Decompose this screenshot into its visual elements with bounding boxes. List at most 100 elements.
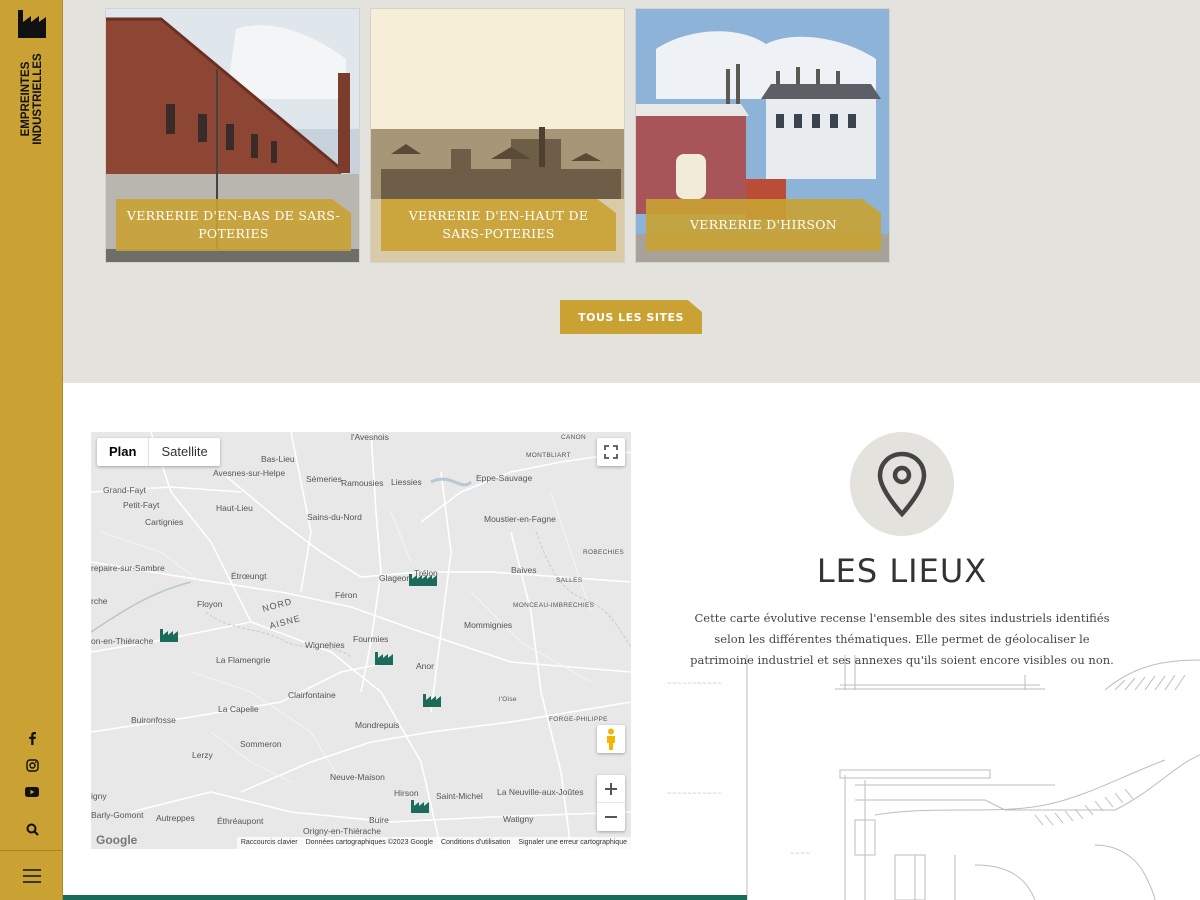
instagram-icon[interactable] — [22, 755, 42, 775]
brand-logo-text[interactable]: EMPREINTES INDUSTRIELLES — [18, 44, 46, 154]
sidebar: EMPREINTES INDUSTRIELLES — [0, 0, 63, 900]
site-card-label: VERRERIE D'HIRSON — [646, 199, 881, 251]
facebook-icon[interactable] — [22, 728, 42, 748]
fullscreen-button[interactable] — [597, 438, 625, 466]
map-place-label: Sémeries — [306, 474, 342, 484]
map-attribution: Raccourcis clavier Données cartographiqu… — [236, 837, 631, 849]
map-place-label: MONTBLIART — [526, 452, 571, 459]
hamburger-icon — [22, 868, 41, 883]
map-place-label: Liessies — [391, 477, 422, 487]
location-pin-icon — [877, 451, 927, 517]
site-card[interactable]: VERRERIE D'EN-BAS DE SARS-POTERIES — [105, 8, 360, 263]
all-sites-button[interactable]: TOUS LES SITES — [560, 300, 702, 334]
site-card[interactable]: VERRERIE D'EN-HAUT DE SARS-POTERIES — [370, 8, 625, 263]
map-place-label: Saint-Michel — [436, 791, 483, 801]
map-place-label: Moustier-en-Fagne — [484, 514, 556, 524]
location-badge — [850, 432, 954, 536]
minus-icon — [605, 816, 617, 818]
map-place-label: Haut-Lieu — [216, 503, 253, 513]
youtube-icon[interactable] — [22, 782, 42, 802]
map-place-label: l'Oise — [499, 696, 517, 703]
map-place-label: Ramousies — [341, 478, 384, 488]
map-place-label: Hirson — [394, 788, 419, 798]
map-place-label: igny — [91, 791, 107, 801]
map-place-label: Watigny — [503, 814, 534, 824]
map-place-label: Wignehies — [305, 640, 345, 650]
factory-marker-icon[interactable] — [160, 628, 178, 642]
map-place-label: Floyon — [197, 599, 223, 609]
factory-marker-icon[interactable] — [375, 651, 393, 665]
svg-text:~~~~: ~~~~ — [790, 850, 810, 857]
map-place-label: repaire-sur-Sambre — [91, 563, 165, 573]
map-place-label: Glageon — [379, 573, 412, 583]
map-place-label: Éthréaupont — [217, 816, 264, 826]
site-card-label: VERRERIE D'EN-BAS DE SARS-POTERIES — [116, 199, 351, 251]
map-data-text: Données cartographiques ©2023 Google — [305, 839, 433, 846]
map-place-label: La Neuville-aux-Joûtes — [497, 787, 584, 797]
map-place-label: Étrœungt — [231, 571, 267, 581]
map-place-label: Fourmies — [353, 634, 389, 644]
map-place-label: Lerzy — [192, 750, 213, 760]
zoom-in-button[interactable] — [597, 775, 625, 803]
street-view-button[interactable] — [597, 725, 625, 753]
svg-text:~~~~~~~~~~~: ~~~~~~~~~~~ — [667, 680, 722, 687]
map-place-label: Sains-du-Nord — [307, 512, 362, 522]
factory-marker-icon[interactable] — [423, 693, 441, 707]
map-place-label: ROBECHIES — [583, 549, 624, 556]
factory-logo-icon[interactable] — [16, 8, 48, 42]
map-place-label: l'Avesnois — [351, 432, 389, 442]
map-place-label: Eppe-Sauvage — [476, 473, 533, 483]
featured-sites-section: VERRERIE D'EN-BAS DE SARS-POTERIES VERRE… — [63, 0, 1200, 383]
map-place-label: Barly-Gomont — [91, 810, 144, 820]
site-card[interactable]: VERRERIE D'HIRSON — [635, 8, 890, 263]
svg-text:~~~~~~~~~~~: ~~~~~~~~~~~ — [667, 790, 722, 797]
search-icon[interactable] — [22, 819, 42, 839]
map-place-label: Clairfontaine — [288, 690, 336, 700]
map-place-label: Origny-en-Thiérache — [303, 826, 381, 836]
fullscreen-icon — [604, 445, 618, 459]
map-place-label: rche — [91, 596, 108, 606]
google-logo: Google — [96, 833, 138, 847]
factory-marker-icon[interactable] — [409, 572, 441, 586]
plus-icon — [605, 782, 617, 795]
map-place-label: FORGE-PHILIPPE — [549, 716, 608, 723]
section-divider — [63, 895, 747, 900]
zoom-out-button[interactable] — [597, 803, 625, 831]
map-place-label: Féron — [335, 590, 358, 600]
map-place-label: Mommignies — [464, 620, 513, 630]
map-place-label: Petit-Fayt — [123, 500, 160, 510]
map-place-label: Neuve-Maison — [330, 772, 385, 782]
map-type-tabs: Plan Satellite — [97, 438, 220, 466]
map-place-label: MONCEAU-IMBRECHIES — [513, 602, 595, 609]
map-place-label: CANON — [561, 434, 586, 441]
map-place-label: Baives — [511, 565, 537, 575]
section-description: Cette carte évolutive recense l'ensemble… — [690, 611, 1114, 667]
map-place-label: Bas-Lieu — [261, 454, 295, 464]
map-tab-satellite[interactable]: Satellite — [149, 438, 219, 466]
map-place-label: Sommeron — [240, 739, 282, 749]
terms-link[interactable]: Conditions d'utilisation — [441, 837, 510, 849]
pegman-icon — [607, 728, 615, 750]
keyboard-shortcuts-link[interactable]: Raccourcis clavier — [241, 837, 298, 849]
map-place-label: La Flamengrie — [216, 655, 271, 665]
section-title: LES LIEUX — [816, 552, 988, 590]
map-place-label: Buire — [369, 815, 389, 825]
map-place-label: SALLES — [556, 577, 583, 584]
menu-button[interactable] — [0, 850, 63, 900]
map-place-label: Buironfosse — [131, 715, 176, 725]
brand-name: EMPREINTES INDUSTRIELLES — [20, 53, 44, 145]
map-place-label: La Capelle — [218, 704, 259, 714]
report-error-link[interactable]: Signaler une erreur cartographique — [518, 837, 627, 849]
site-card-label: VERRERIE D'EN-HAUT DE SARS-POTERIES — [381, 199, 616, 251]
map-place-label: on-en-Thiérache — [91, 636, 154, 646]
factory-marker-icon[interactable] — [411, 799, 429, 813]
map-place-label: Mondrepuis — [355, 720, 400, 730]
map-place-label: Avesnes-sur-Helpe — [213, 468, 286, 478]
sites-map[interactable]: l'Avesnois CANON MONTBLIART Bas-Lieu Ave… — [91, 432, 631, 849]
map-place-label: Autreppes — [156, 813, 195, 823]
map-tab-plan[interactable]: Plan — [97, 438, 150, 466]
map-place-label: Anor — [416, 661, 434, 671]
zoom-control — [597, 775, 625, 831]
map-place-label: Grand-Fayt — [103, 485, 146, 495]
map-place-label: Cartignies — [145, 517, 184, 527]
